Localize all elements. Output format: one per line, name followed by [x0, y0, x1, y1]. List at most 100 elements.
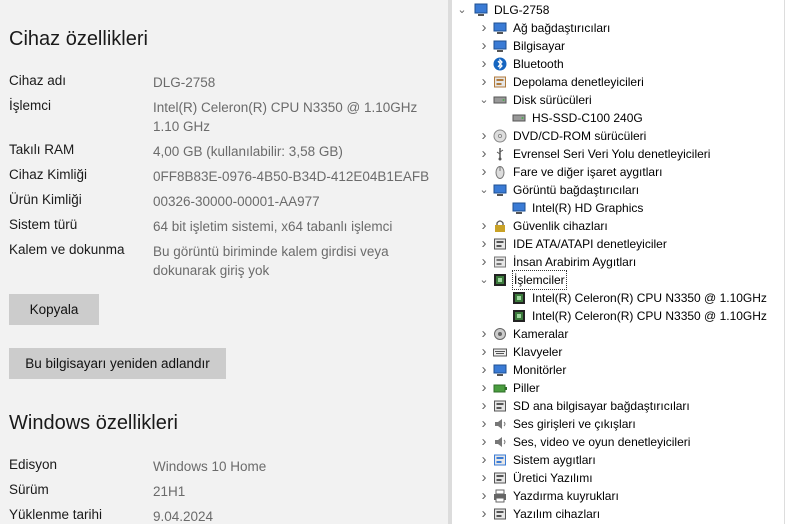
tree-root-label: DLG-2758 — [494, 3, 550, 17]
chevron-down-icon[interactable]: ⌄ — [478, 91, 490, 109]
spec-label: Ürün Kimliği — [9, 192, 82, 207]
rename-pc-button[interactable]: Bu bilgisayarı yeniden adlandır — [9, 348, 226, 379]
chevron-down-icon[interactable]: ⌄ — [478, 181, 490, 199]
tree-item-label: Üretici Yazılımı — [513, 471, 593, 485]
chevron-right-icon[interactable]: › — [478, 433, 490, 451]
tree-item-label: SD ana bilgisayar bağdaştırıcıları — [513, 399, 690, 413]
tree-item-label: Fare ve diğer işaret aygıtları — [513, 165, 663, 179]
tree-item-label: IDE ATA/ATAPI denetleyiciler — [513, 237, 667, 251]
dvd-icon — [493, 129, 507, 143]
chevron-right-icon[interactable]: › — [478, 379, 490, 397]
chevron-down-icon[interactable]: ⌄ — [478, 271, 490, 289]
spec-value: 64 bit işletim sistemi, x64 tabanlı işle… — [153, 219, 393, 234]
tree-item-label: Depolama denetleyicileri — [513, 75, 644, 89]
tree-item-label: Monitörler — [513, 363, 567, 377]
spec-label: Sürüm — [9, 482, 49, 497]
sd-host-icon — [494, 400, 506, 412]
spec-value: Windows 10 Home — [153, 459, 267, 474]
tree-item-label: İşlemciler — [512, 270, 567, 290]
chevron-down-icon[interactable]: ⌄ — [456, 1, 468, 19]
bluetooth-icon — [493, 57, 507, 71]
tree-item-label: Kameralar — [513, 327, 569, 341]
chevron-right-icon[interactable]: › — [478, 235, 490, 253]
spec-label: Takılı RAM — [9, 142, 75, 157]
cpu-icon — [513, 310, 525, 322]
processor-icon — [494, 274, 506, 286]
spec-value: Bu görüntü biriminde kalem girdisi veya … — [153, 244, 389, 278]
display-icon — [512, 202, 526, 214]
hid-icon — [494, 256, 506, 268]
tree-item-label: Intel(R) Celeron(R) CPU N3350 @ 1.10GHz — [532, 291, 767, 305]
tree-item-label: Yazdırma kuyrukları — [513, 489, 619, 503]
tree-item-label: Görüntü bağdaştırıcıları — [513, 183, 640, 197]
spec-value: Intel(R) Celeron(R) CPU N3350 @ 1.10GHz … — [153, 100, 418, 134]
chevron-right-icon[interactable]: › — [478, 145, 490, 163]
spec-value: 21H1 — [153, 484, 186, 499]
spec-label: Cihaz Kimliği — [9, 167, 88, 182]
display-adapter-icon — [493, 184, 507, 196]
tree-item-label: Yazılım cihazları — [513, 507, 601, 521]
system-device-icon — [494, 454, 506, 466]
spec-label: Sistem türü — [9, 217, 78, 232]
spec-label: Kalem ve dokunma — [9, 242, 125, 257]
chevron-right-icon[interactable]: › — [478, 451, 490, 469]
tree-item-label: Klavyeler — [513, 345, 563, 359]
cpu-icon — [513, 292, 525, 304]
tree-item-label: Disk sürücüleri — [513, 93, 592, 107]
sound-controller-icon — [495, 437, 506, 447]
settings-pane: Cihaz özellikleri Cihaz adı DLG-2758 İşl… — [0, 0, 448, 524]
chevron-right-icon[interactable]: › — [478, 217, 490, 235]
mouse-icon — [495, 166, 505, 179]
chevron-right-icon[interactable]: › — [478, 55, 490, 73]
tree-item-label: DVD/CD-ROM sürücüleri — [513, 129, 647, 143]
chevron-right-icon[interactable]: › — [478, 361, 490, 379]
computer-icon — [474, 3, 488, 16]
tree-item-label: Ses girişleri ve çıkışları — [513, 417, 636, 431]
tree-item-label: Bluetooth — [513, 57, 564, 71]
chevron-right-icon[interactable]: › — [478, 73, 490, 91]
tree-item-label: Bilgisayar — [513, 39, 566, 53]
chevron-right-icon[interactable]: › — [478, 325, 490, 343]
usb-icon — [496, 148, 504, 161]
chevron-right-icon[interactable]: › — [478, 253, 490, 271]
tree-item-label: Intel(R) HD Graphics — [532, 201, 644, 215]
chevron-right-icon[interactable]: › — [478, 505, 490, 523]
network-adapter-icon — [493, 22, 507, 34]
chevron-right-icon[interactable]: › — [478, 37, 490, 55]
chevron-right-icon[interactable]: › — [478, 163, 490, 181]
battery-icon — [493, 384, 507, 393]
audio-io-icon — [495, 419, 506, 429]
device-manager-tree: ⌄ DLG-2758 › Ağ bağdaştırıcıları › Bilgisay… — [452, 0, 785, 524]
spec-label: Yüklenme tarihi — [9, 507, 103, 522]
tree-item-label: Evrensel Seri Veri Yolu denetleyicileri — [513, 147, 711, 161]
chevron-right-icon[interactable]: › — [478, 19, 490, 37]
tree-item-label: Intel(R) Celeron(R) CPU N3350 @ 1.10GHz — [532, 309, 767, 323]
software-device-icon — [494, 508, 506, 520]
spec-value: DLG-2758 — [153, 75, 216, 90]
tree-item-label: Piller — [513, 381, 540, 395]
keyboard-icon — [493, 348, 507, 357]
tree-item-label: Sistem aygıtları — [513, 453, 596, 467]
chevron-right-icon[interactable]: › — [478, 127, 490, 145]
spec-label: İşlemci — [9, 98, 52, 113]
device-specs-title: Cihaz özellikleri — [9, 28, 148, 50]
chevron-right-icon[interactable]: › — [478, 343, 490, 361]
chevron-right-icon[interactable]: › — [478, 397, 490, 415]
print-queue-icon — [494, 489, 506, 503]
chevron-right-icon[interactable]: › — [478, 469, 490, 487]
spec-value: 0FF8B83E-0976-4B50-B34D-412E04B1EAFB — [153, 169, 430, 184]
tree-item-label: Ağ bağdaştırıcıları — [513, 21, 611, 35]
copy-button[interactable]: Kopyala — [9, 294, 99, 325]
tree-item-label: HS-SSD-C100 240G — [532, 111, 643, 125]
windows-specs-title: Windows özellikleri — [9, 412, 178, 434]
spec-label: Cihaz adı — [9, 73, 67, 88]
chevron-right-icon[interactable]: › — [478, 415, 490, 433]
spec-value: 00326-30000-00001-AA977 — [153, 194, 320, 209]
tree-item-label: Güvenlik cihazları — [513, 219, 608, 233]
disk-icon — [512, 114, 526, 122]
spec-value: 9.04.2024 — [153, 509, 214, 524]
chevron-right-icon[interactable]: › — [478, 487, 490, 505]
spec-label: Edisyon — [9, 457, 58, 472]
computer-icon — [493, 40, 507, 52]
security-device-icon — [495, 220, 505, 232]
